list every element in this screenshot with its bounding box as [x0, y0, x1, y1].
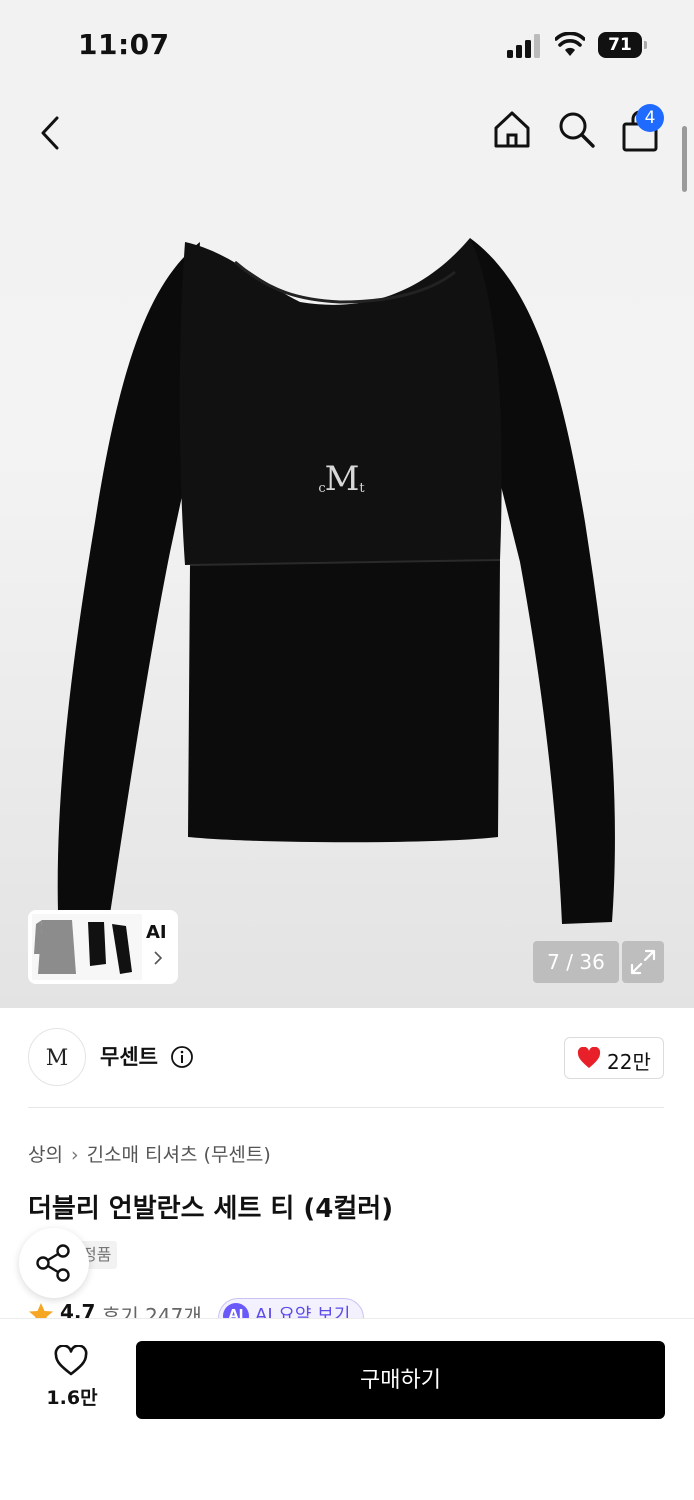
- ai-outfit-card[interactable]: AI: [28, 910, 178, 984]
- product-gallery[interactable]: 4 M c t AI 7 / 36: [0, 92, 694, 1008]
- wishlist-count: 1.6만: [46, 1387, 98, 1409]
- brand-name[interactable]: 무센트: [100, 1041, 158, 1071]
- info-icon[interactable]: [170, 1045, 194, 1069]
- breadcrumb-separator-icon: ›: [70, 1144, 79, 1166]
- rating-row[interactable]: 4.7 후기 247개 AI AI 요약 보기: [28, 1298, 668, 1320]
- status-bar: 11:07 71: [0, 0, 694, 92]
- heart-filled-icon: [577, 1047, 601, 1068]
- cellular-signal-icon: [507, 34, 540, 58]
- wishlist-button[interactable]: 1.6만: [36, 1343, 108, 1413]
- brand-logo-image: M: [46, 1046, 69, 1071]
- brand-like-count: 22만: [607, 1050, 651, 1074]
- ai-summary-button[interactable]: AI AI 요약 보기: [218, 1298, 364, 1320]
- heart-outline-icon: [54, 1345, 88, 1376]
- ai-label: AI: [146, 922, 167, 943]
- cart-count-badge: 4: [636, 104, 664, 132]
- divider: [28, 1107, 664, 1108]
- breadcrumb-item-subcategory[interactable]: 긴소매 티셔츠 (무센트): [87, 1140, 271, 1167]
- scroll-indicator: [682, 126, 687, 192]
- home-icon[interactable]: [490, 108, 534, 152]
- rating-value: 4.7: [60, 1300, 96, 1320]
- status-time: 11:07: [78, 28, 170, 61]
- share-icon: [36, 1244, 70, 1282]
- expand-icon[interactable]: [622, 941, 664, 983]
- breadcrumb-item-category[interactable]: 상의: [28, 1140, 63, 1167]
- product-title: 더블리 언발란스 세트 티 (4컬러): [28, 1194, 394, 1224]
- image-page-counter: 7 / 36: [533, 941, 619, 983]
- battery-level: 71: [608, 35, 632, 55]
- breadcrumb: 상의 › 긴소매 티셔츠 (무센트): [28, 1140, 271, 1167]
- product-image[interactable]: M c t: [0, 222, 694, 942]
- review-count[interactable]: 후기 247개: [102, 1300, 202, 1320]
- battery-icon: 71: [598, 32, 648, 58]
- back-arrow-icon[interactable]: [28, 110, 74, 156]
- chevron-right-icon: [154, 951, 163, 965]
- svg-text:c: c: [318, 481, 325, 496]
- search-icon[interactable]: [555, 108, 597, 150]
- brand-logo[interactable]: M: [28, 1028, 86, 1086]
- svg-text:t: t: [359, 481, 365, 496]
- ai-outfit-thumbnail: [32, 914, 142, 980]
- wifi-icon: [555, 32, 585, 56]
- svg-text:M: M: [46, 1046, 69, 1071]
- brand-like-button[interactable]: 22만: [564, 1037, 664, 1079]
- share-button[interactable]: [19, 1228, 89, 1298]
- svg-text:M: M: [325, 459, 360, 499]
- bottom-action-bar: 1.6만 구매하기: [0, 1318, 694, 1500]
- buy-button[interactable]: 구매하기: [136, 1341, 665, 1419]
